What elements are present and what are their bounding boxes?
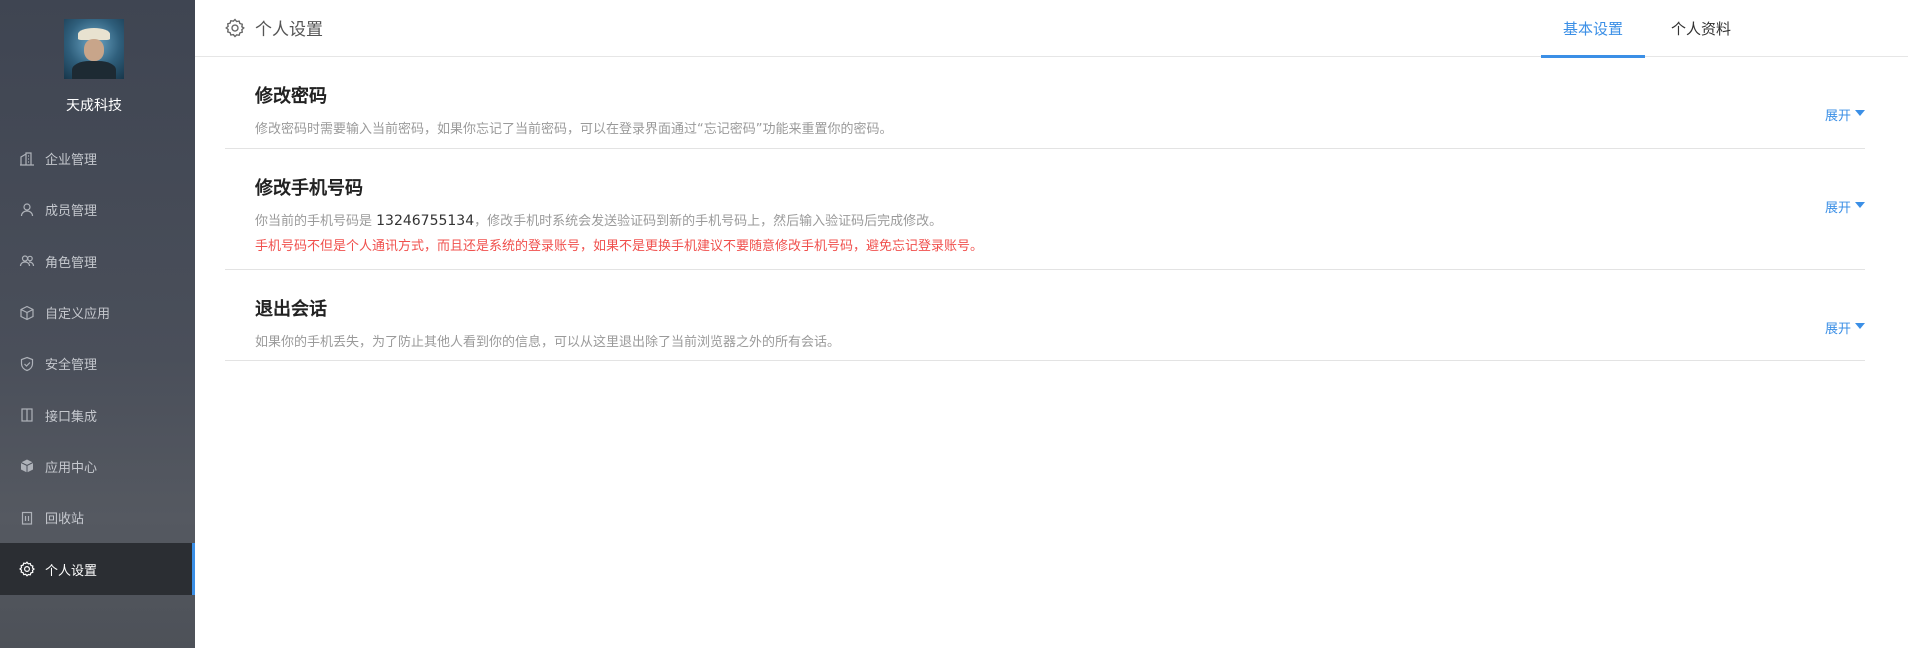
sidebar-item-label: 应用中心	[45, 460, 98, 476]
sidebar-item-label: 角色管理	[45, 255, 98, 271]
expand-button[interactable]: 展开	[1825, 197, 1865, 216]
sidebar: 天成科技 企业管理 成员管理 角色管理 自定义应用 安全管理 接口集成 应用中心…	[0, 0, 195, 648]
section-title: 修改密码	[255, 86, 327, 107]
section-logout-sessions: 退出会话 如果你的手机丢失，为了防止其他人看到你的信息，可以从这里退出除了当前浏…	[225, 270, 1865, 361]
section-description: 你当前的手机号码是 13246755134，修改手机时系统会发送验证码到新的手机…	[255, 210, 942, 229]
gear-icon	[225, 17, 245, 38]
sidebar-item-members[interactable]: 成员管理	[0, 184, 195, 235]
expand-label: 展开	[1824, 322, 1851, 337]
caret-down-icon	[1855, 323, 1865, 329]
tab-personal-profile[interactable]: 个人资料	[1645, 0, 1757, 57]
sidebar-item-label: 安全管理	[45, 358, 98, 374]
section-change-phone: 修改手机号码 你当前的手机号码是 13246755134，修改手机时系统会发送验…	[225, 149, 1865, 270]
box-icon	[18, 457, 36, 475]
caret-down-icon	[1855, 110, 1865, 116]
sidebar-item-label: 自定义应用	[45, 307, 111, 323]
sidebar-item-label: 企业管理	[45, 153, 98, 169]
description-suffix: ，修改手机时系统会发送验证码到新的手机号码上，然后输入验证码后完成修改。	[474, 214, 943, 229]
avatar[interactable]	[64, 19, 124, 79]
section-description: 如果你的手机丢失，为了防止其他人看到你的信息，可以从这里退出除了当前浏览器之外的…	[255, 335, 841, 350]
main-content: 个人设置 基本设置 个人资料 修改密码 修改密码时需要输入当前密码，如果你忘记了…	[195, 0, 1908, 648]
page-title-text: 个人设置	[255, 20, 323, 40]
section-title: 修改手机号码	[255, 178, 363, 199]
users-icon	[18, 252, 36, 270]
caret-down-icon	[1855, 202, 1865, 208]
section-title: 退出会话	[255, 299, 327, 320]
profile-block: 天成科技	[0, 0, 195, 133]
sidebar-item-custom-apps[interactable]: 自定义应用	[0, 287, 195, 338]
gear-icon	[18, 560, 36, 578]
sidebar-menu: 企业管理 成员管理 角色管理 自定义应用 安全管理 接口集成 应用中心 回收站 …	[0, 133, 195, 595]
sidebar-item-security[interactable]: 安全管理	[0, 338, 195, 389]
tab-basic-settings[interactable]: 基本设置	[1541, 0, 1645, 58]
section-change-password: 修改密码 修改密码时需要输入当前密码，如果你忘记了当前密码，可以在登录界面通过“…	[225, 57, 1865, 149]
cube-icon	[18, 304, 36, 322]
sidebar-item-roles[interactable]: 角色管理	[0, 236, 195, 287]
sidebar-item-app-center[interactable]: 应用中心	[0, 441, 195, 492]
sidebar-item-enterprise[interactable]: 企业管理	[0, 133, 195, 184]
description-prefix: 你当前的手机号码是	[255, 214, 377, 229]
section-description: 修改密码时需要输入当前密码，如果你忘记了当前密码，可以在登录界面通过“忘记密码”…	[255, 122, 893, 137]
sidebar-item-label: 个人设置	[45, 563, 98, 579]
expand-button[interactable]: 展开	[1825, 105, 1865, 124]
sidebar-item-recycle-bin[interactable]: 回收站	[0, 492, 195, 543]
expand-label: 展开	[1824, 109, 1851, 124]
sidebar-item-label: 成员管理	[45, 204, 98, 220]
page-header: 个人设置 基本设置 个人资料	[195, 0, 1908, 58]
warning-text: 手机号码不但是个人通讯方式，而且还是系统的登录账号，如果不是更换手机建议不要随意…	[255, 239, 984, 254]
shield-check-icon	[18, 355, 36, 373]
columns-icon	[18, 406, 36, 424]
expand-label: 展开	[1824, 201, 1851, 216]
current-phone-number: 13246755134	[376, 213, 475, 229]
sidebar-item-integration[interactable]: 接口集成	[0, 389, 195, 440]
company-name: 天成科技	[66, 98, 122, 114]
building-icon	[18, 150, 36, 168]
user-icon	[18, 201, 36, 219]
page-title: 个人设置	[225, 15, 323, 40]
sidebar-item-personal-settings[interactable]: 个人设置	[0, 543, 195, 595]
trash-icon	[18, 509, 36, 527]
sidebar-item-label: 回收站	[45, 512, 85, 528]
sidebar-item-label: 接口集成	[45, 409, 98, 425]
expand-button[interactable]: 展开	[1825, 318, 1865, 337]
